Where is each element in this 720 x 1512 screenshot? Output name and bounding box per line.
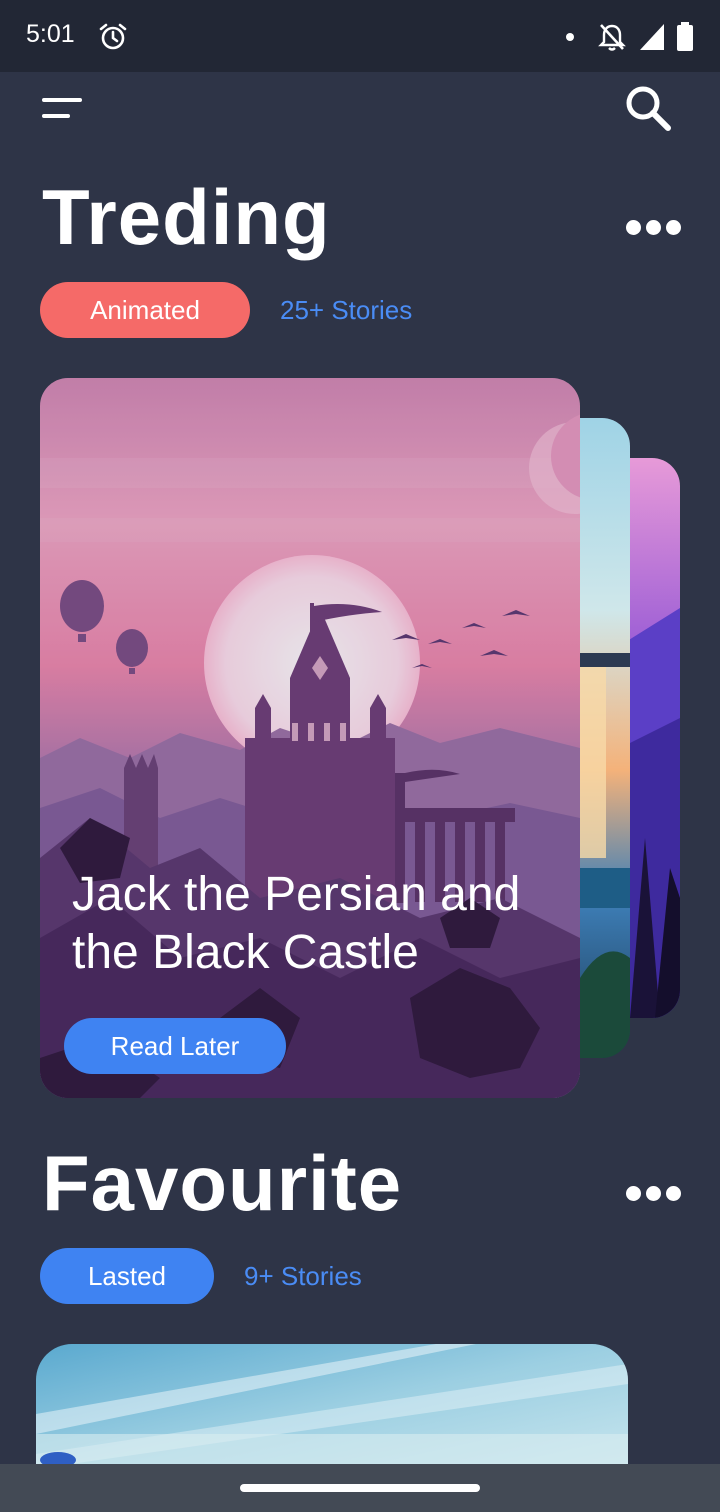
search-icon[interactable] [624,84,672,132]
home-gesture-handle[interactable] [240,1484,480,1492]
castle-illustration [40,378,580,1098]
menu-icon[interactable] [40,96,84,120]
featured-story-title: Jack the Persian and the Black Castle [72,868,521,979]
status-bar: 5:01 [0,0,720,72]
favourite-story-card[interactable] [36,1344,628,1474]
signal-icon [640,24,664,50]
favourite-title: Favourite [42,1139,403,1227]
featured-story-card[interactable]: Jack the Persian and the Black Castle Re… [40,378,580,1098]
favourite-filter-pill[interactable]: Lasted [40,1248,214,1304]
notification-dot-icon [566,33,574,41]
status-time: 5:01 [26,20,75,48]
notifications-off-icon [598,24,626,51]
sky-illustration [36,1344,628,1474]
alarm-icon [99,23,127,50]
favourite-more-button[interactable] [626,1182,686,1206]
read-later-button[interactable]: Read Later [64,1018,286,1074]
trending-stories-count[interactable]: 25+ Stories [280,282,412,338]
trending-more-button[interactable] [626,216,686,240]
favourite-stories-count[interactable]: 9+ Stories [244,1248,362,1304]
trending-filter-pill[interactable]: Animated [40,282,250,338]
battery-icon [677,22,693,51]
trending-title: Treding [42,173,331,261]
app-bar [0,72,720,152]
system-nav-bar [0,1464,720,1512]
